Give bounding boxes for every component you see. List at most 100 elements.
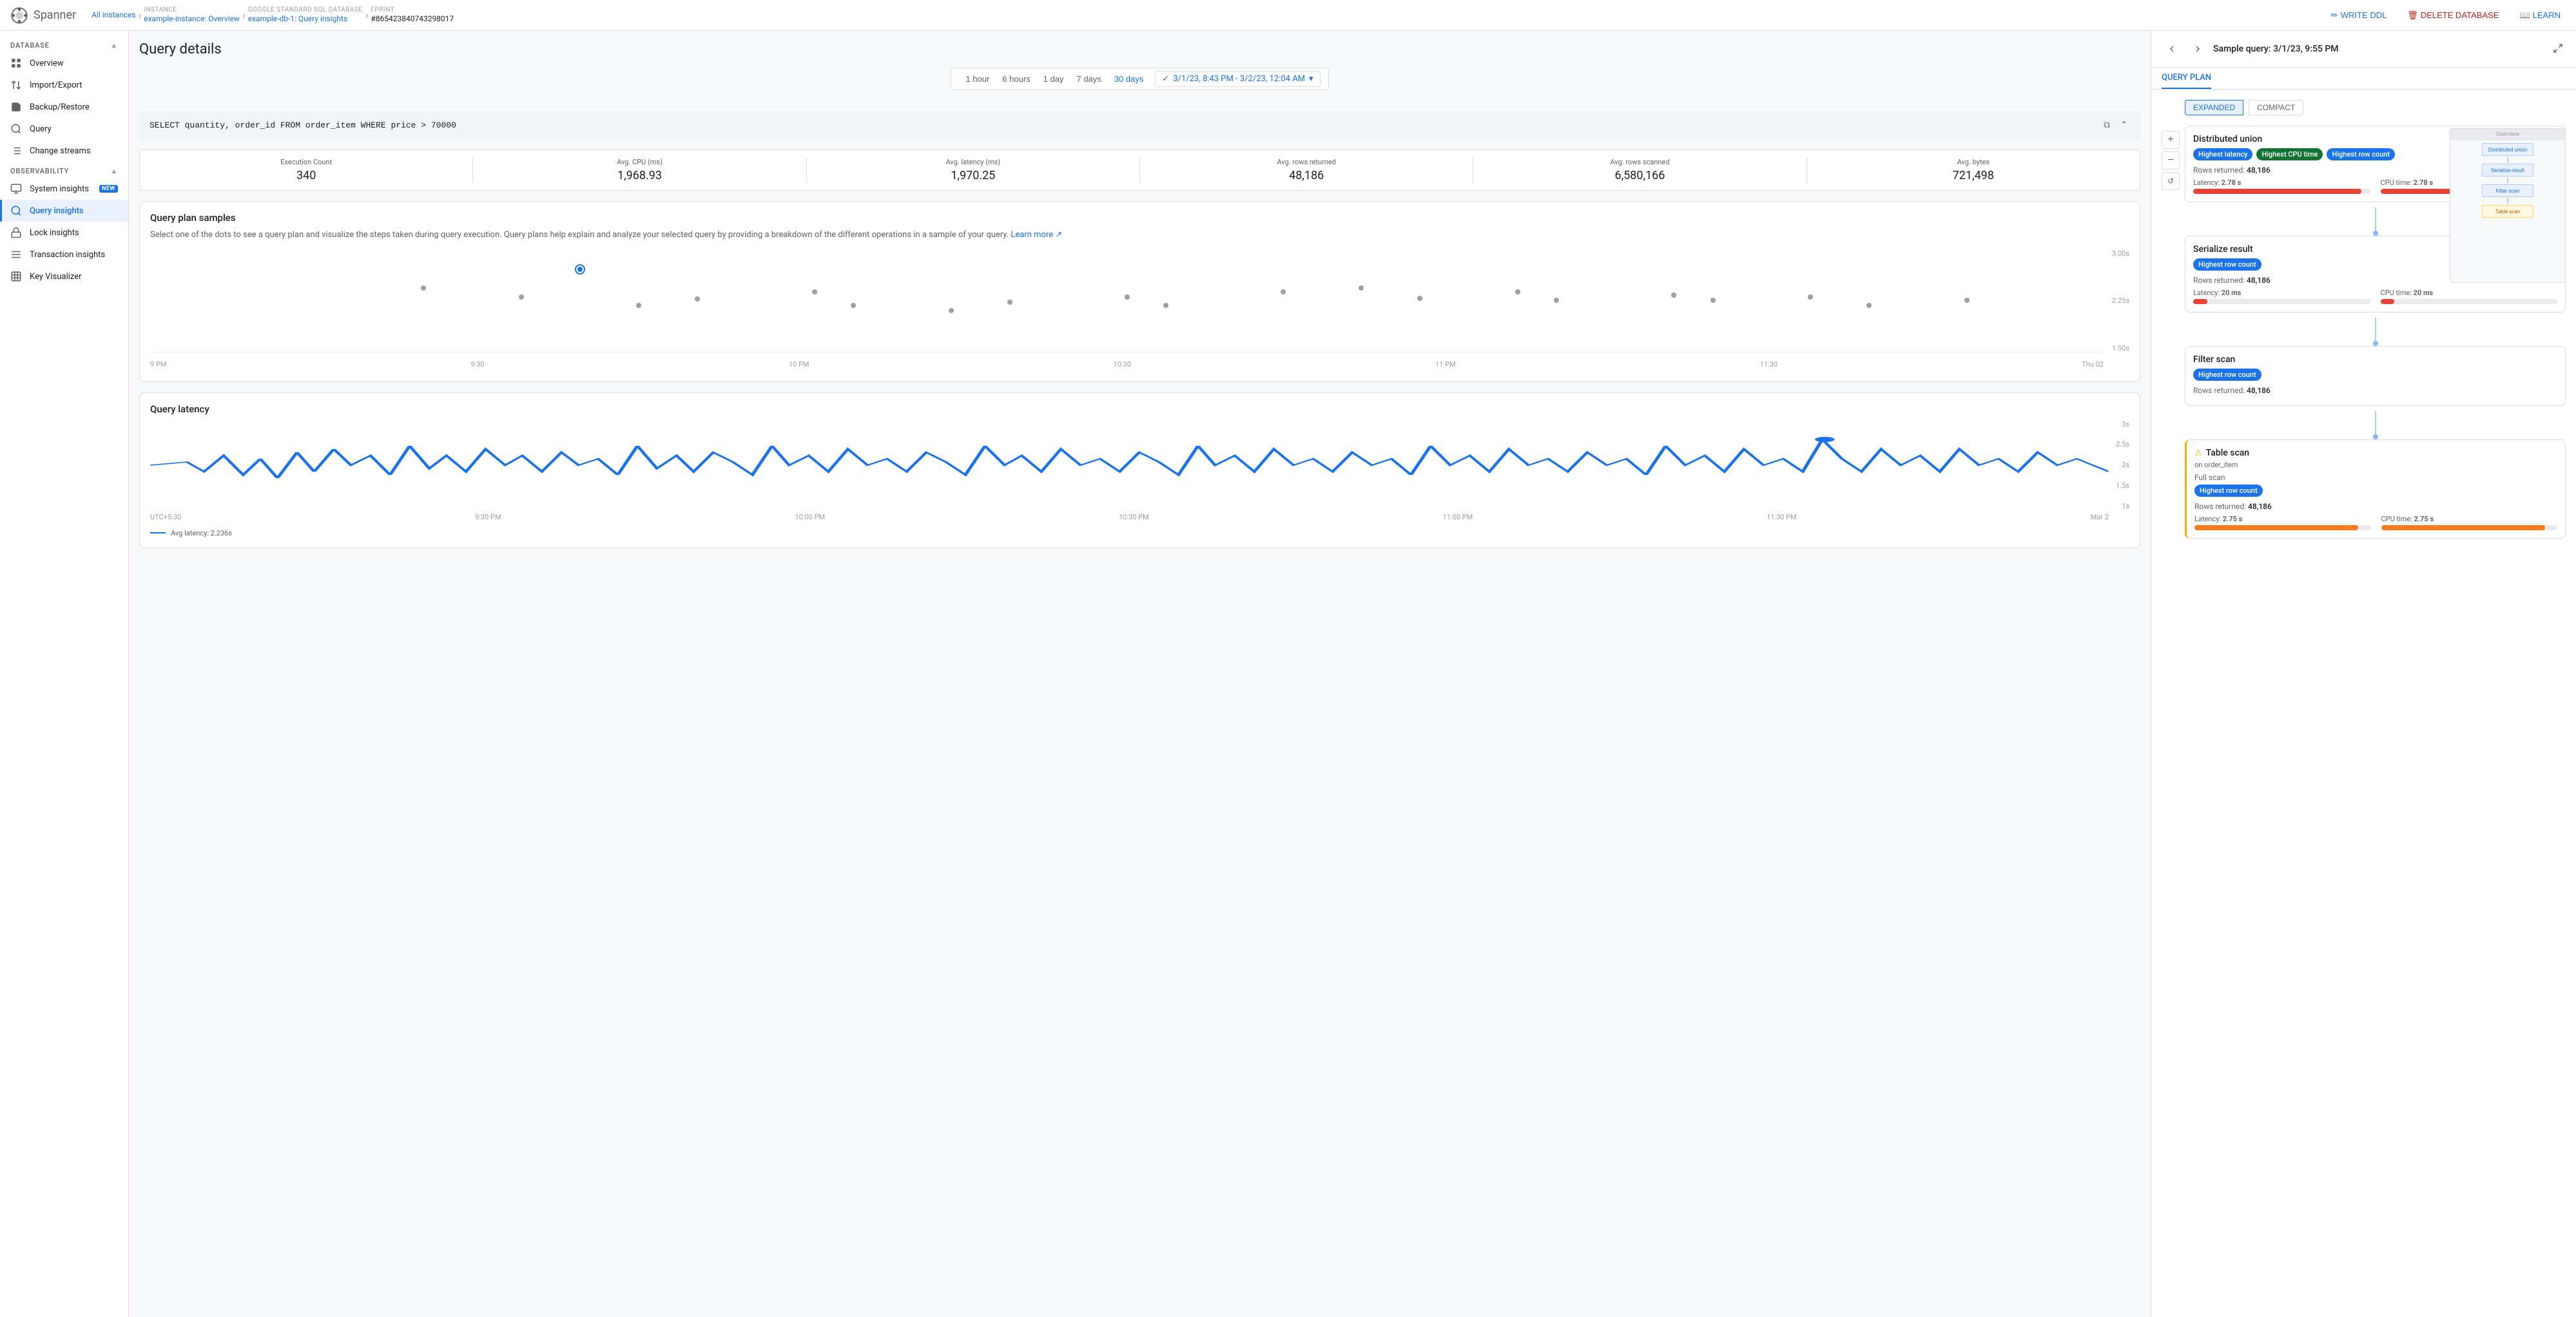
sidebar-item-backup-restore[interactable]: Backup/Restore (0, 96, 128, 118)
line-chart-svg (150, 420, 2109, 510)
query-text: SELECT quantity, order_id FROM order_ite… (150, 120, 2096, 130)
sidebar-item-key-visualizer[interactable]: Key Visualizer (0, 265, 128, 287)
time-6hours[interactable]: 6 hours (996, 72, 1036, 86)
cpu-bar-fill-4 (2381, 525, 2545, 530)
time-7days[interactable]: 7 days (1070, 72, 1107, 86)
delete-database-button[interactable]: 🗑 DELETE DATABASE (2402, 8, 2504, 23)
scatter-dot-15[interactable] (1554, 298, 1559, 303)
pencil-icon: ✏ (2331, 10, 2338, 21)
scatter-dot-19[interactable] (1866, 303, 1872, 308)
reset-zoom-button[interactable]: ↺ (2162, 172, 2180, 190)
stat-avg-cpu: Avg. CPU (ms) 1,968.93 (473, 158, 806, 182)
scatter-dot-8[interactable] (1007, 300, 1012, 305)
node-table-scan-badges: Highest row count (2194, 485, 2557, 497)
expand-panel-button[interactable] (2550, 41, 2566, 58)
right-panel-title: Sample query: 3/1/23, 9:55 PM (2213, 44, 2545, 54)
badge-highest-rowcount-2: Highest row count (2193, 258, 2261, 271)
scatter-dot-11[interactable] (1281, 289, 1286, 294)
main-panel: Query details 1 hour 6 hours 1 day 7 day… (129, 31, 2151, 1317)
scatter-dot-9[interactable] (1125, 294, 1130, 300)
zoom-in-button[interactable]: + (2162, 131, 2180, 149)
sidebar-item-overview[interactable]: Overview (0, 52, 128, 74)
stat-execution-count: Execution Count 340 (140, 158, 473, 182)
scatter-dot-12[interactable] (1359, 285, 1364, 291)
app-logo: Spanner (10, 6, 86, 24)
monitor-icon (10, 183, 22, 195)
sidebar: DATABASE ▲ Overview Import/Export Backup… (0, 31, 129, 1317)
query-plan-tabs: QUERY PLAN (2151, 68, 2576, 90)
scatter-dot-selected[interactable] (576, 265, 584, 273)
scatter-dot-10[interactable] (1163, 303, 1168, 308)
query-actions: ⧉ ⌃ (2101, 117, 2130, 133)
breadcrumb-database[interactable]: example-db-1: Query insights (248, 14, 363, 23)
time-filters: 1 hour 6 hours 1 day 7 days 30 days ✓ 3/… (951, 68, 1328, 90)
zoom-out-button[interactable]: − (2162, 151, 2180, 169)
chevron-down-icon: ▾ (1309, 74, 1313, 84)
node-2-bars: Latency: 20 ms CPU time: 20 ms (2193, 289, 2557, 304)
scatter-dot-6[interactable] (851, 303, 856, 308)
transaction-icon (10, 249, 22, 260)
node-filter-scan-title: Filter scan (2193, 354, 2557, 365)
list-icon (10, 145, 22, 157)
trash-icon: 🗑 (2407, 10, 2418, 21)
scatter-dot-7[interactable] (949, 308, 954, 313)
scatter-dot-5[interactable] (812, 289, 817, 294)
expand-icon (2553, 43, 2563, 53)
scatter-dot-3[interactable] (636, 303, 641, 308)
time-30days[interactable]: 30 days (1108, 72, 1150, 86)
next-sample-button[interactable] (2187, 39, 2208, 59)
view-mode-buttons: EXPANDED COMPACT (2185, 100, 2566, 115)
scatter-dot-18[interactable] (1808, 294, 1813, 300)
scatter-dot-4[interactable] (695, 296, 700, 302)
query-insights-icon (10, 205, 22, 216)
breadcrumb-instance[interactable]: example-instance: Overview (144, 14, 240, 23)
scatter-x-axis: 9 PM 9:30 10 PM 10:30 11 PM 11:30 Thu 02 (150, 358, 2104, 371)
scatter-dot-13[interactable] (1417, 296, 1422, 301)
time-filter-row: 1 hour 6 hours 1 day 7 days 30 days ✓ 3/… (139, 68, 2140, 101)
latency-bar-2: Latency: 20 ms (2193, 289, 2370, 304)
connector-2 (2185, 315, 2566, 346)
sidebar-item-query-insights[interactable]: Query insights (0, 200, 128, 222)
sidebar-item-lock-insights[interactable]: Lock insights (0, 222, 128, 244)
node-table-scan-detail: Full scan (2194, 473, 2557, 482)
sidebar-item-import-export[interactable]: Import/Export (0, 74, 128, 96)
latency-bar-fill-2 (2193, 299, 2207, 304)
sidebar-item-system-insights[interactable]: System insights NEW (0, 178, 128, 200)
scatter-dot-20[interactable] (1964, 298, 1970, 303)
search-icon (10, 123, 22, 135)
badge-highest-latency: Highest latency (2193, 148, 2252, 160)
node-filter-scan: Filter scan Highest row count Rows retur… (2185, 346, 2566, 406)
latency-bar-1: Latency: 2.78 s (2193, 178, 2370, 194)
badge-highest-rowcount-3: Highest row count (2193, 369, 2261, 381)
line-chart-wrapper: 3s 2.5s 2s 1.5s 1s (150, 420, 2109, 510)
write-ddl-button[interactable]: ✏ WRITE DDL (2326, 8, 2392, 23)
expanded-view-button[interactable]: EXPANDED (2185, 100, 2243, 115)
scatter-dot-1[interactable] (421, 285, 426, 291)
right-panel-body: EXPANDED COMPACT + − ↺ Distributed union… (2151, 90, 2576, 1317)
sidebar-item-change-streams[interactable]: Change streams (0, 140, 128, 162)
learn-button[interactable]: 📖 LEARN (2514, 8, 2566, 23)
scatter-dot-14[interactable] (1515, 289, 1520, 294)
right-panel-header: Sample query: 3/1/23, 9:55 PM (2151, 31, 2576, 68)
breadcrumb: All instances › INSTANCE example-instanc… (92, 6, 2321, 23)
latency-x-axis: UTC+5:30 9:30 PM 10:00 PM 10:30 PM 11:00… (150, 510, 2109, 524)
expand-query-button[interactable]: ⌃ (2118, 117, 2130, 133)
sidebar-item-transaction-insights[interactable]: Transaction insights (0, 244, 128, 265)
breadcrumb-all-instances[interactable]: All instances (92, 10, 135, 19)
time-1day[interactable]: 1 day (1037, 72, 1070, 86)
tab-query-plan[interactable]: QUERY PLAN (2162, 68, 2211, 89)
compact-view-button[interactable]: COMPACT (2249, 100, 2303, 115)
scatter-dot-17[interactable] (1710, 298, 1716, 303)
sidebar-item-query[interactable]: Query (0, 118, 128, 140)
date-range-picker[interactable]: ✓ 3/1/23, 8:43 PM - 3/2/23, 12:04 AM ▾ (1155, 71, 1320, 87)
breadcrumb-fprint: #865423840743298017 (371, 14, 454, 23)
scatter-dot-2[interactable] (519, 294, 524, 300)
query-plan-samples-title: Query plan samples (150, 212, 2129, 224)
latency-y-axis: 3s 2.5s 2s 1.5s 1s (2116, 420, 2129, 510)
previous-sample-button[interactable] (2162, 39, 2182, 59)
node-4-bars: Latency: 2.75 s CPU time: 2.75 s (2194, 515, 2557, 530)
scatter-dot-16[interactable] (1671, 293, 1676, 298)
learn-more-link[interactable]: Learn more ↗ (1011, 230, 1062, 240)
copy-query-button[interactable]: ⧉ (2101, 117, 2113, 133)
time-1hour[interactable]: 1 hour (959, 72, 996, 86)
